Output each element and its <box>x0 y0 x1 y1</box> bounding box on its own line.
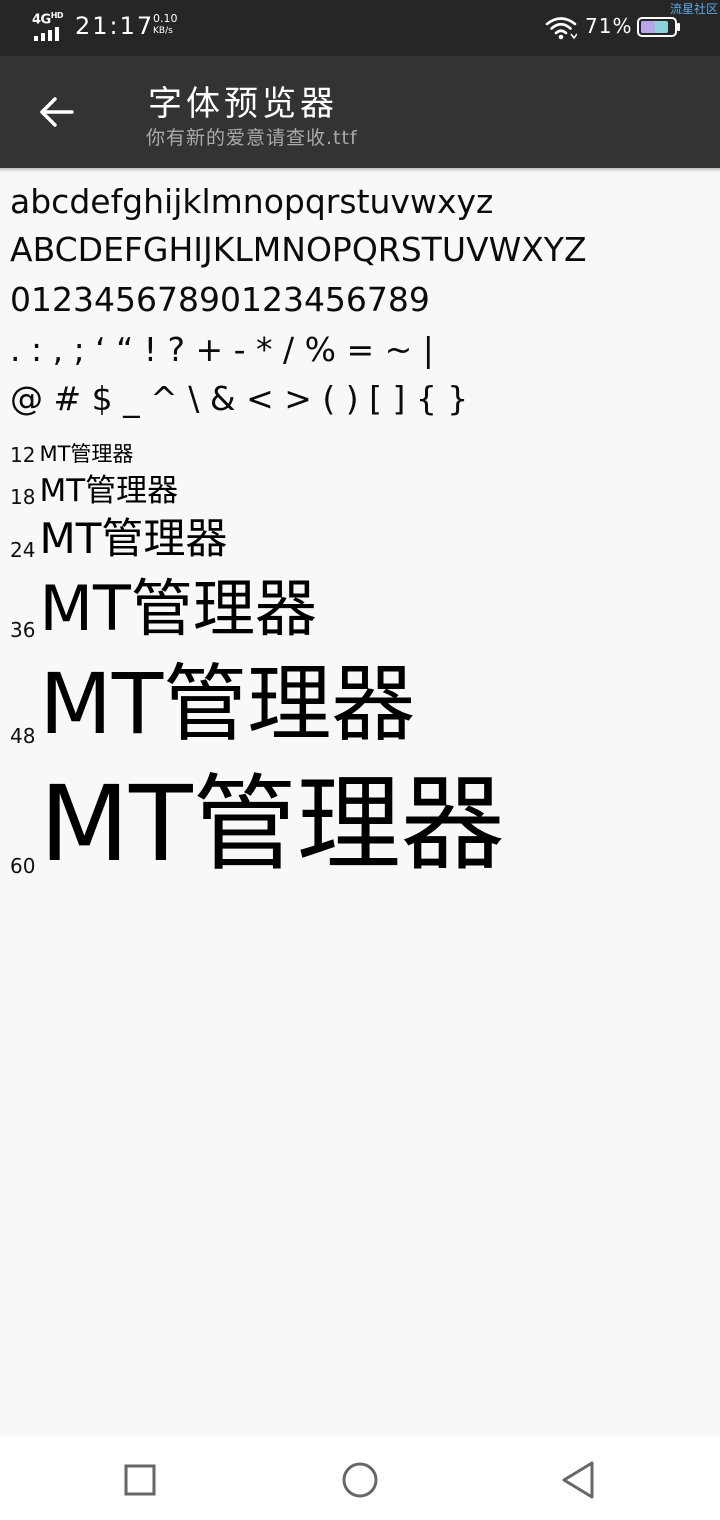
app-bar-shadow <box>0 168 720 172</box>
status-bar: 4GHD 21:17 0.10 KB/s 71% 流星社区 <box>0 0 720 56</box>
size-row-24: 24 MT管理器 <box>10 514 228 563</box>
size-row-12: 12 MT管理器 <box>10 442 134 467</box>
watermark: 流星社区 <box>669 2 718 16</box>
wifi-icon <box>545 17 577 40</box>
network-speed: 0.10 KB/s <box>153 12 178 36</box>
size-sample: MT管理器 <box>39 572 317 645</box>
size-label: 60 <box>10 854 36 878</box>
page-title: 字体预览器 <box>148 84 338 124</box>
triangle-back-icon <box>562 1461 594 1499</box>
size-row-18: 18 MT管理器 <box>10 473 179 509</box>
clock: 21:17 <box>75 12 155 40</box>
font-file-name: 你有新的爱意请查收.ttf <box>146 127 358 149</box>
square-icon <box>124 1464 156 1496</box>
size-sample: MT管理器 <box>39 442 134 466</box>
size-sample: MT管理器 <box>39 763 505 885</box>
home-button[interactable] <box>336 1456 384 1504</box>
recents-button[interactable] <box>116 1456 164 1504</box>
size-label: 12 <box>10 443 36 467</box>
size-label: 48 <box>10 724 36 748</box>
size-label: 18 <box>10 485 36 509</box>
sample-symbols: @ # $ _ ^ \ & < > ( ) [ ] { } <box>10 379 469 418</box>
size-sample: MT管理器 <box>39 473 179 509</box>
sample-punctuation: . : , ; ‘ “ ! ? + - * / % = ~ | <box>10 330 434 369</box>
size-sample: MT管理器 <box>39 655 416 753</box>
sample-lowercase: abcdefghijklmnopqrstuvwxyz <box>10 182 494 221</box>
size-sample: MT管理器 <box>39 514 228 563</box>
battery-percent: 71% <box>585 14 633 38</box>
app-bar: 字体预览器 你有新的爱意请查收.ttf <box>0 56 720 168</box>
size-row-36: 36 MT管理器 <box>10 572 317 645</box>
network-type: 4GHD <box>32 11 64 28</box>
navigation-bar <box>0 1436 720 1520</box>
circle-icon <box>342 1462 378 1498</box>
battery-icon <box>637 17 680 37</box>
sample-uppercase: ABCDEFGHIJKLMNOPQRSTUVWXYZ <box>10 230 587 269</box>
size-row-48: 48 MT管理器 <box>10 662 415 746</box>
back-button[interactable] <box>26 82 86 142</box>
arrow-back-icon <box>40 97 74 127</box>
signal-icon <box>34 27 59 41</box>
size-row-60: 60 MT管理器 <box>10 772 505 876</box>
sample-digits: 01234567890123456789 <box>10 280 430 319</box>
back-nav-button[interactable] <box>554 1456 602 1504</box>
size-label: 36 <box>10 618 36 642</box>
size-label: 24 <box>10 538 36 562</box>
